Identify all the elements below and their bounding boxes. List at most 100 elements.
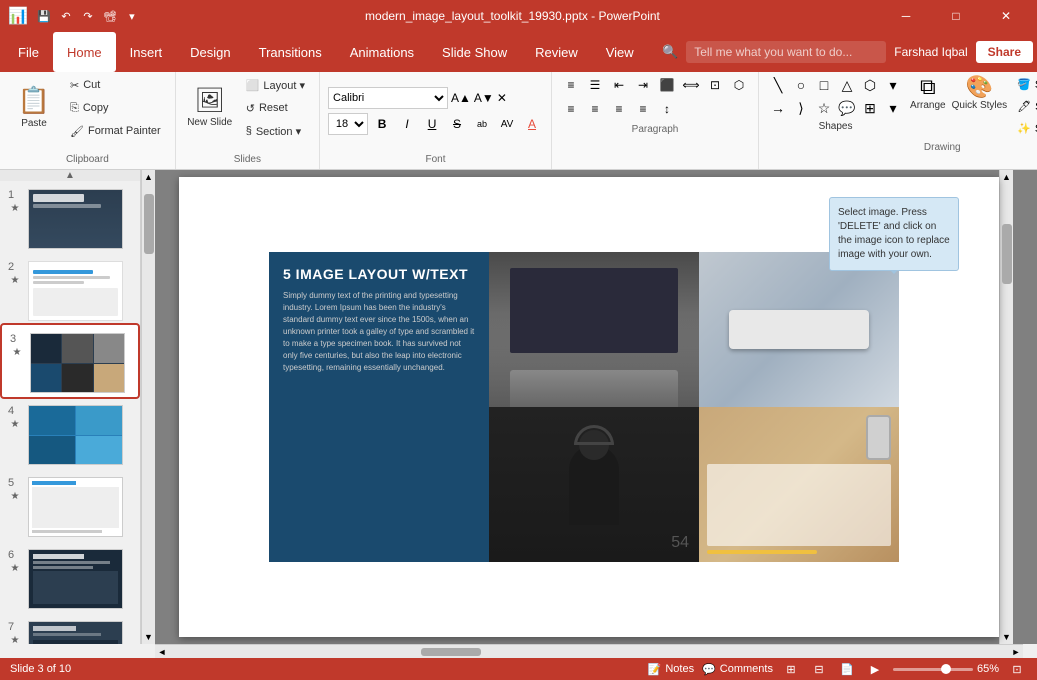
quick-styles-label[interactable]: Quick Styles	[952, 100, 1008, 111]
slide-thumb-3[interactable]: 3 ★	[2, 325, 138, 397]
panel-scroll-thumb[interactable]	[144, 194, 154, 254]
image-cell-3[interactable]	[699, 252, 899, 407]
close-button[interactable]: ✕	[983, 0, 1029, 32]
underline-button[interactable]: U	[421, 113, 443, 135]
shape-cell[interactable]: →	[767, 97, 789, 119]
undo-button[interactable]: ↶	[56, 6, 76, 26]
font-color-button[interactable]: A	[521, 113, 543, 135]
menu-transitions[interactable]: Transitions	[245, 32, 336, 72]
bold-button[interactable]: B	[371, 113, 393, 135]
notes-button[interactable]: 📝 Notes	[648, 663, 694, 676]
menu-design[interactable]: Design	[176, 32, 244, 72]
shape-cell[interactable]: △	[836, 74, 858, 96]
layout-button[interactable]: ⬜ Layout ▾	[240, 74, 311, 96]
smartart-button[interactable]: ⬡	[728, 74, 750, 96]
shape-cell[interactable]: ▾	[882, 97, 904, 119]
shape-cell[interactable]: ○	[790, 74, 812, 96]
arrange-label[interactable]: Arrange	[910, 100, 946, 111]
normal-view-btn[interactable]: ⊞	[781, 660, 801, 678]
bullets-button[interactable]: ≡	[560, 74, 582, 96]
justify-button[interactable]: ≡	[632, 98, 654, 120]
slide-thumb-1[interactable]: 1 ★	[0, 181, 140, 253]
shape-outline-button[interactable]: 🖊 Shape Outline ▾	[1013, 96, 1037, 116]
strikethrough-button[interactable]: S	[446, 113, 468, 135]
menu-file[interactable]: File	[4, 32, 53, 72]
user-button[interactable]: Farshad Iqbal	[894, 45, 967, 59]
reset-button[interactable]: ↺ Reset	[240, 97, 311, 119]
canvas-scroll-down-btn[interactable]: ▼	[1000, 630, 1013, 644]
section-button[interactable]: § Section ▾	[240, 120, 311, 142]
columns-button[interactable]: ⬛	[656, 74, 678, 96]
shape-effects-button[interactable]: ✨ Shape Effects ▾	[1013, 118, 1037, 138]
align-left-button[interactable]: ≡	[560, 98, 582, 120]
italic-button[interactable]: I	[396, 113, 418, 135]
redo-button[interactable]: ↷	[78, 6, 98, 26]
copy-button[interactable]: ⎘ Copy	[64, 97, 167, 119]
restore-button[interactable]: □	[933, 0, 979, 32]
canvas-scroll-thumb[interactable]	[1002, 224, 1012, 284]
align-text-button[interactable]: ⊡	[704, 74, 726, 96]
image-cell-4[interactable]	[269, 407, 489, 562]
shapes-label[interactable]: Shapes	[819, 121, 853, 132]
shape-cell[interactable]: □	[813, 74, 835, 96]
zoom-thumb[interactable]	[941, 664, 951, 674]
font-size-select[interactable]: 18	[328, 113, 368, 135]
h-scroll-left-btn[interactable]: ◄	[155, 645, 169, 659]
menu-slideshow[interactable]: Slide Show	[428, 32, 521, 72]
image-cell-5[interactable]: 54	[489, 407, 699, 562]
line-spacing-button[interactable]: ↕	[656, 98, 678, 120]
panel-scroll-down-btn[interactable]: ▼	[142, 630, 155, 644]
zoom-slider[interactable]	[893, 668, 973, 671]
center-button[interactable]: ≡	[584, 98, 606, 120]
menu-home[interactable]: Home	[53, 32, 116, 72]
panel-scroll-up-btn[interactable]: ▲	[142, 170, 155, 184]
menu-animations[interactable]: Animations	[336, 32, 428, 72]
dec-indent-button[interactable]: ⇤	[608, 74, 630, 96]
slide-canvas[interactable]: Select image. Press 'DELETE' and click o…	[179, 177, 999, 637]
slide-thumb-2[interactable]: 2 ★	[0, 253, 140, 325]
minimize-button[interactable]: ─	[883, 0, 929, 32]
char-spacing-button[interactable]: AV	[496, 113, 518, 135]
slide-sorter-btn[interactable]: ⊟	[809, 660, 829, 678]
fit-btn[interactable]: ⊡	[1007, 660, 1027, 678]
shape-cell[interactable]: ▾	[882, 74, 904, 96]
slide-thumb-6[interactable]: 6 ★	[0, 541, 140, 613]
shrink-font-button[interactable]: A▼	[474, 91, 494, 105]
text-direction-button[interactable]: ⟺	[680, 74, 702, 96]
inc-indent-button[interactable]: ⇥	[632, 74, 654, 96]
present-button[interactable]: 📽	[100, 6, 120, 26]
numbered-button[interactable]: ☰	[584, 74, 606, 96]
reading-view-btn[interactable]: 📄	[837, 660, 857, 678]
small-caps-button[interactable]: ab	[471, 113, 493, 135]
shape-cell[interactable]: ⊞	[859, 97, 881, 119]
slideshow-btn[interactable]: ▶	[865, 660, 885, 678]
save-button[interactable]: 💾	[34, 6, 54, 26]
shape-cell[interactable]: ⬡	[859, 74, 881, 96]
cut-button[interactable]: ✂ Cut	[64, 74, 167, 96]
h-scroll-thumb[interactable]	[421, 648, 481, 656]
clear-format-button[interactable]: ✕	[497, 91, 507, 105]
menu-review[interactable]: Review	[521, 32, 592, 72]
canvas-scroll-up-btn[interactable]: ▲	[1000, 170, 1013, 184]
image-cell-1[interactable]: 5 IMAGE LAYOUT W/TEXT Simply dummy text …	[269, 252, 489, 407]
shape-cell[interactable]: 💬	[836, 97, 858, 119]
grow-font-button[interactable]: A▲	[451, 91, 471, 105]
quick-styles-icon[interactable]: 🎨	[966, 74, 993, 100]
share-button[interactable]: Share	[976, 41, 1033, 63]
slide-thumb-5[interactable]: 5 ★	[0, 469, 140, 541]
arrange-icon[interactable]: ⧉	[920, 74, 936, 100]
slide-thumb-7[interactable]: 7 ★	[0, 613, 140, 644]
align-right-button[interactable]: ≡	[608, 98, 630, 120]
search-input[interactable]	[686, 41, 886, 63]
h-scroll-right-btn[interactable]: ►	[1009, 645, 1023, 659]
shape-cell[interactable]: ⟩	[790, 97, 812, 119]
new-slide-button[interactable]: 🖼 New Slide	[184, 74, 236, 140]
customize-qat-button[interactable]: ▾	[122, 6, 142, 26]
image-cell-2[interactable]	[489, 252, 699, 407]
menu-view[interactable]: View	[592, 32, 648, 72]
shape-cell[interactable]: ☆	[813, 97, 835, 119]
menu-insert[interactable]: Insert	[116, 32, 177, 72]
comments-button[interactable]: 💬 Comments	[702, 663, 773, 676]
paste-button[interactable]: 📋 Paste	[8, 74, 60, 140]
shape-fill-button[interactable]: 🪣 Shape Fill ▾	[1013, 74, 1037, 94]
